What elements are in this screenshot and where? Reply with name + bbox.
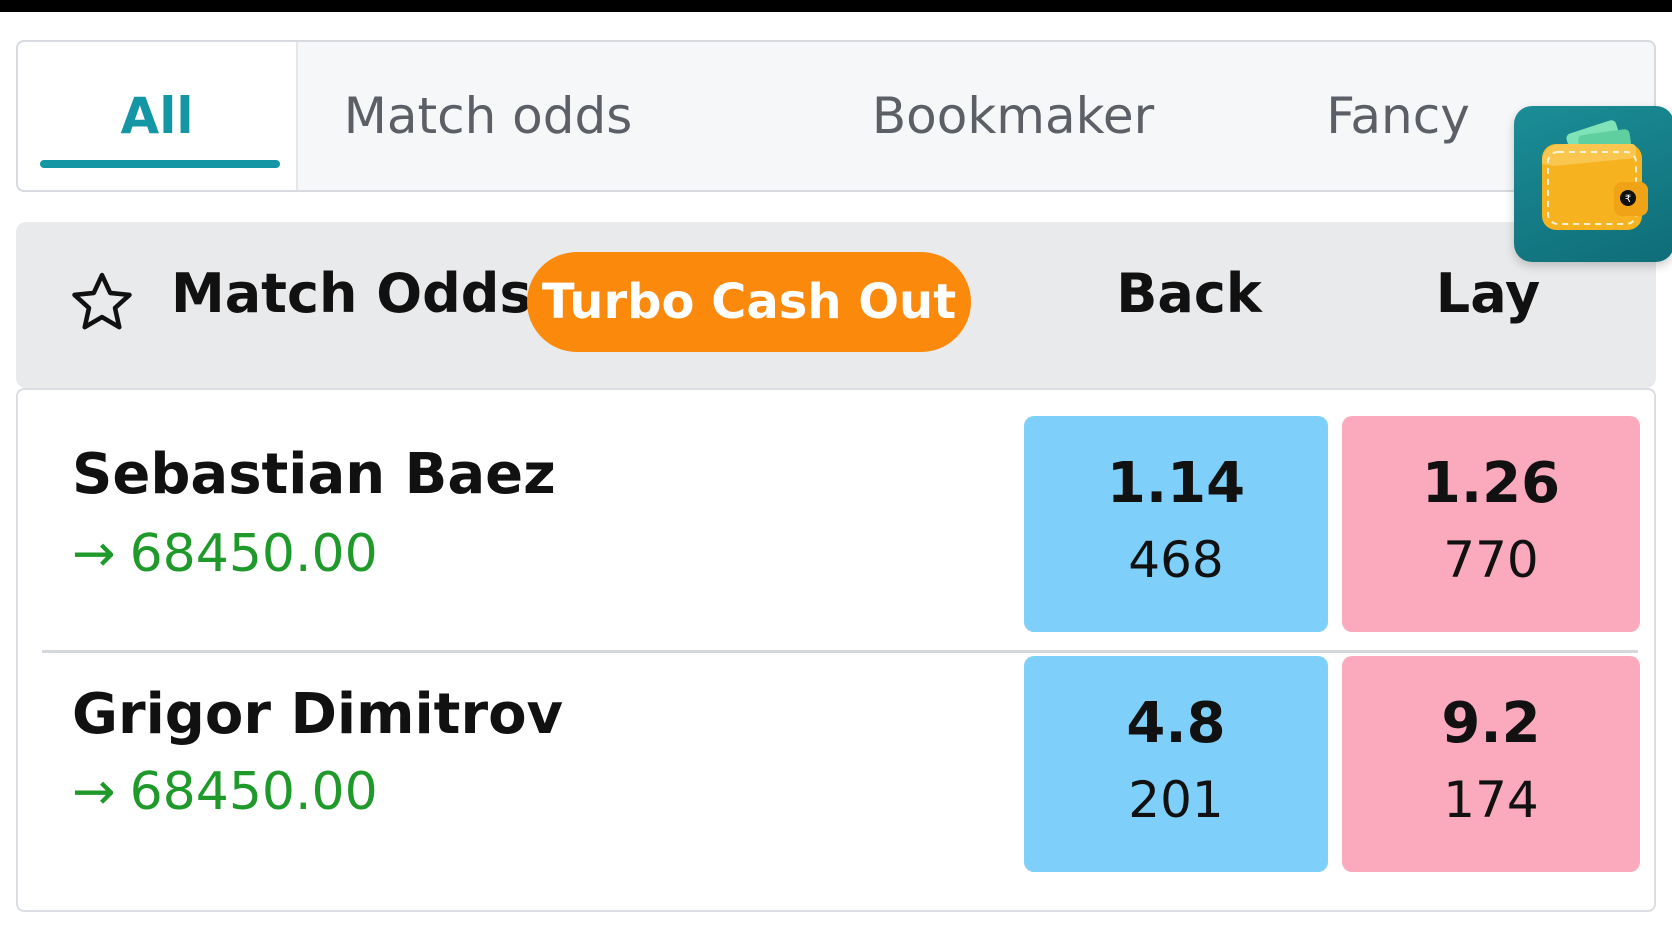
runner-row: Grigor Dimitrov → 68450.00 4.8 201 9.2 17… xyxy=(18,652,1654,904)
lay-price: 1.26 xyxy=(1421,450,1561,516)
tab-match-odds[interactable]: Match odds xyxy=(318,42,658,190)
back-odds-button[interactable]: 4.8 201 xyxy=(1024,656,1328,872)
runner-profit-value: 68450.00 xyxy=(129,524,378,584)
tab-all[interactable]: All xyxy=(18,42,298,190)
active-tab-indicator xyxy=(40,160,280,168)
tab-bookmaker-label: Bookmaker xyxy=(871,87,1155,145)
arrow-right-icon: → xyxy=(72,762,116,822)
lay-price: 9.2 xyxy=(1441,690,1541,756)
market-title: Match Odds xyxy=(171,262,532,325)
star-outline-icon[interactable] xyxy=(68,268,136,336)
lay-odds-button[interactable]: 9.2 174 xyxy=(1342,656,1640,872)
runners-panel: Sebastian Baez → 68450.00 1.14 468 1.26 7… xyxy=(16,388,1656,912)
tab-all-label: All xyxy=(120,87,194,145)
runner-name: Sebastian Baez xyxy=(72,442,556,507)
back-size: 468 xyxy=(1128,531,1224,590)
back-price: 1.14 xyxy=(1106,450,1246,516)
top-status-bar xyxy=(0,0,1672,12)
turbo-cash-out-label: Turbo Cash Out xyxy=(541,274,957,330)
market-tabs: All Match odds Bookmaker Fancy xyxy=(16,40,1656,192)
runner-row: Sebastian Baez → 68450.00 1.14 468 1.26 7… xyxy=(18,390,1654,642)
lay-size: 174 xyxy=(1443,771,1539,830)
back-column-header: Back xyxy=(1116,262,1262,325)
lay-column-header: Lay xyxy=(1435,262,1541,325)
tab-fancy-label: Fancy xyxy=(1326,87,1470,145)
runner-profit: → 68450.00 xyxy=(72,762,378,822)
wallet-icon: ₹ xyxy=(1542,120,1648,230)
tab-fancy[interactable]: Fancy xyxy=(1278,42,1518,190)
tab-bookmaker[interactable]: Bookmaker xyxy=(828,42,1198,190)
back-price: 4.8 xyxy=(1126,690,1226,756)
back-size: 201 xyxy=(1128,771,1224,830)
lay-size: 770 xyxy=(1443,531,1539,590)
arrow-right-icon: → xyxy=(72,524,116,584)
market-header: Match Odds Turbo Cash Out Back Lay xyxy=(16,222,1656,388)
turbo-cash-out-button[interactable]: Turbo Cash Out xyxy=(527,252,971,352)
lay-odds-button[interactable]: 1.26 770 xyxy=(1342,416,1640,632)
wallet-button[interactable]: ₹ xyxy=(1514,106,1672,262)
runner-profit: → 68450.00 xyxy=(72,524,378,584)
tab-match-odds-label: Match odds xyxy=(343,87,633,145)
wallet-currency-symbol: ₹ xyxy=(1625,194,1631,205)
runner-profit-value: 68450.00 xyxy=(129,762,378,822)
back-odds-button[interactable]: 1.14 468 xyxy=(1024,416,1328,632)
runner-name: Grigor Dimitrov xyxy=(72,682,564,747)
